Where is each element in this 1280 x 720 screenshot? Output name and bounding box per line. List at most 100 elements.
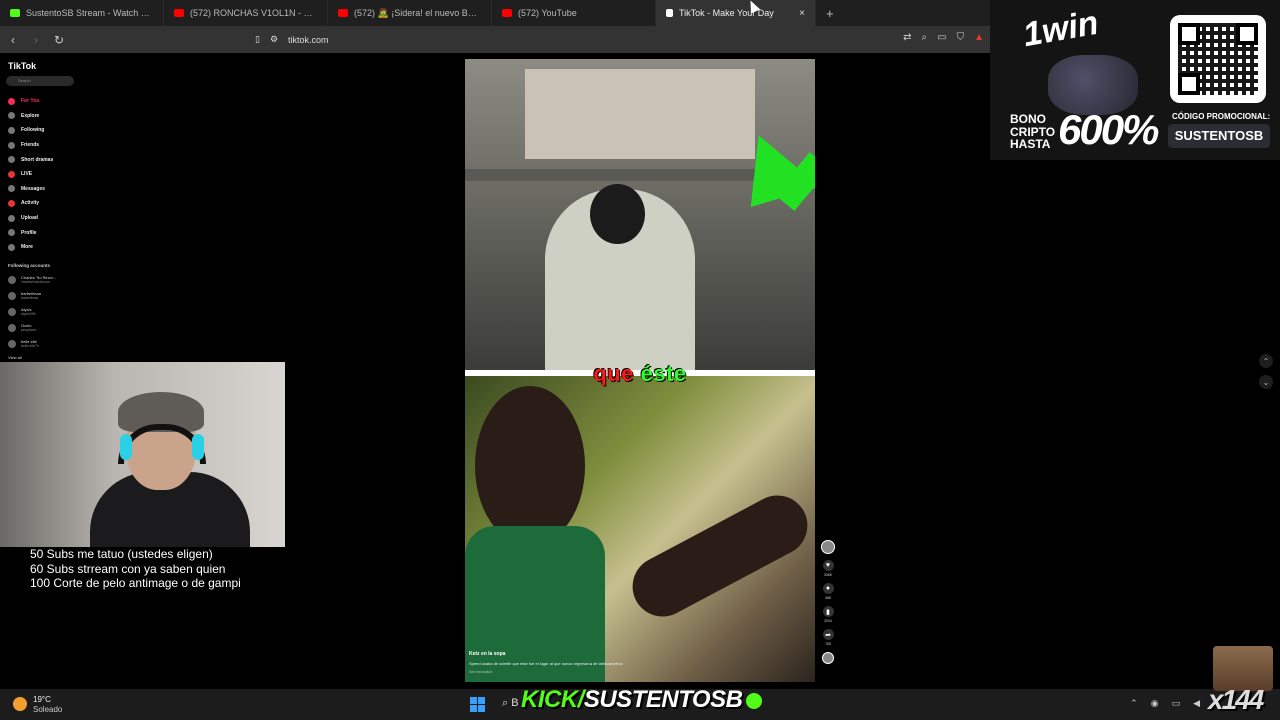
bookmark-icon[interactable]: ▮ bbox=[822, 606, 834, 617]
search-input[interactable]: Search bbox=[6, 76, 74, 86]
sun-icon[interactable] bbox=[13, 697, 27, 711]
bookmark-icon[interactable]: ▯ bbox=[255, 34, 260, 45]
tab-tiktok[interactable]: TikTok - Make Your Day × bbox=[656, 0, 816, 26]
tab-title: (572) 🧟 ¡Sidera! el nuevo BELLA LU bbox=[354, 7, 481, 18]
address-bar[interactable]: ▯ ⚙ tiktok.com bbox=[255, 29, 955, 50]
creator-avatar[interactable] bbox=[821, 540, 835, 554]
volume-icon[interactable]: ◀ bbox=[1193, 698, 1200, 709]
following-account[interactable]: Ocelo peoplocel... bbox=[8, 323, 39, 332]
goal-line: 100 Corte de pelo antimage o de gampi bbox=[30, 576, 241, 591]
upload-icon bbox=[8, 214, 15, 222]
office-wall bbox=[525, 69, 755, 159]
tab-kick[interactable]: SustentoSB Stream - Watch Live on K bbox=[0, 0, 164, 26]
video-meta: Ketz en la sopa Speed acaba de admitir q… bbox=[469, 651, 769, 674]
shield-icon[interactable]: ⛉ bbox=[957, 32, 965, 43]
share-icon[interactable]: ➦ bbox=[822, 629, 834, 640]
sidebar-item-short-dramas[interactable]: Short dramas bbox=[8, 152, 53, 167]
sidebar-item-for-you[interactable]: For You bbox=[8, 94, 53, 109]
person-face bbox=[475, 386, 585, 546]
bonus-percent: 600% bbox=[1058, 106, 1159, 153]
sidebar-item-more[interactable]: More bbox=[8, 240, 53, 255]
extension-icon[interactable]: ▲ bbox=[974, 32, 984, 43]
avatar bbox=[8, 275, 16, 284]
headphone-ear-icon bbox=[120, 434, 132, 460]
sidebar-item-explore[interactable]: Explore bbox=[8, 109, 53, 124]
following-heading: Following accounts bbox=[8, 263, 51, 268]
tab-youtube-2[interactable]: (572) 🧟 ¡Sidera! el nuevo BELLA LU bbox=[328, 0, 492, 26]
compass-icon bbox=[8, 112, 15, 120]
weather-condition[interactable]: Soleado bbox=[33, 705, 62, 714]
back-icon[interactable]: ‹ bbox=[3, 33, 23, 47]
following-account[interactable]: Charles "Ilo Rincn... charlesiloloreincon bbox=[8, 275, 56, 284]
search-icon: ⌕ bbox=[502, 697, 509, 709]
following-account[interactable]: Alyxis alyxis999 bbox=[8, 307, 36, 316]
sidebar-item-messages[interactable]: Messages bbox=[8, 182, 53, 197]
url-text: tiktok.com bbox=[288, 34, 329, 45]
qr-corner bbox=[1178, 23, 1200, 45]
sidebar-item-profile[interactable]: Profile bbox=[8, 225, 53, 240]
site-info-icon[interactable]: ⚙ bbox=[270, 34, 278, 45]
tab-youtube-3[interactable]: (572) YouTube bbox=[492, 0, 656, 26]
emote-multiplier: x144 bbox=[1208, 684, 1264, 715]
chevron-up-icon[interactable]: ⌃ bbox=[1130, 698, 1138, 709]
verified-check-icon bbox=[746, 692, 763, 709]
following-account[interactable]: belle elle belle.elle74 bbox=[8, 339, 39, 348]
avatar bbox=[8, 339, 16, 348]
friends-icon bbox=[8, 141, 15, 149]
tiktok-logo[interactable]: TikTok bbox=[8, 61, 36, 71]
avatar bbox=[8, 307, 16, 316]
next-video-icon[interactable]: ⌄ bbox=[1259, 375, 1273, 389]
outstretched-arm bbox=[622, 484, 815, 628]
live-icon bbox=[8, 170, 15, 178]
headphone-ear-icon bbox=[192, 434, 204, 460]
kick-icon bbox=[10, 9, 20, 17]
microphone-icon[interactable]: ◉ bbox=[1151, 698, 1159, 709]
system-tray: ⌃ ◉ ▭ ◀ bbox=[1130, 698, 1200, 709]
film-icon bbox=[8, 156, 15, 164]
sound-disc-icon[interactable] bbox=[822, 652, 834, 664]
video-player[interactable]: que éste Ketz en la sopa Speed acaba de … bbox=[465, 59, 815, 682]
heart-icon[interactable]: ♥ bbox=[822, 560, 834, 571]
close-tab-icon[interactable]: × bbox=[799, 8, 805, 19]
sidebar-item-activity[interactable]: Activity bbox=[8, 196, 53, 211]
activity-icon bbox=[8, 199, 15, 207]
video-actions: ♥ 308K ● 468 ▮ 3204 ➦ 765 bbox=[820, 540, 836, 664]
taskbar-search[interactable]: ⌕ B bbox=[502, 697, 519, 710]
tiktok-icon bbox=[666, 9, 673, 17]
youtube-icon bbox=[174, 9, 184, 17]
person-head bbox=[590, 184, 645, 244]
youtube-icon bbox=[502, 9, 512, 17]
sidebar-item-following[interactable]: Following bbox=[8, 123, 53, 138]
weather-temp[interactable]: 19°C bbox=[33, 695, 51, 704]
goal-line: 50 Subs me tatuo (ustedes eligen) bbox=[30, 547, 213, 561]
profile-icon bbox=[8, 229, 15, 237]
qr-corner bbox=[1178, 73, 1200, 95]
tab-title: TikTok - Make Your Day bbox=[679, 8, 774, 18]
zoom-icon[interactable]: ⌕ bbox=[922, 32, 928, 43]
browser-tab-bar: SustentoSB Stream - Watch Live on K (572… bbox=[0, 0, 990, 26]
kick-channel-banner: KICK/SUSTENTOSB bbox=[521, 686, 763, 714]
share-count: 765 bbox=[825, 642, 831, 646]
network-icon[interactable]: ▭ bbox=[1172, 698, 1181, 709]
sidebar-item-friends[interactable]: Friends bbox=[8, 138, 53, 153]
reload-icon[interactable]: ↻ bbox=[49, 33, 69, 47]
view-all-link[interactable]: View all bbox=[8, 355, 22, 360]
new-tab-button[interactable]: + bbox=[816, 0, 844, 26]
tiktok-sidebar: TikTok Search For You Explore Following … bbox=[0, 56, 80, 362]
windows-start-icon[interactable] bbox=[470, 697, 485, 712]
previous-video-icon[interactable]: ⌃ bbox=[1259, 354, 1273, 368]
video-author[interactable]: Ketz en la sopa bbox=[469, 651, 769, 657]
cast-icon[interactable]: ▭ bbox=[937, 32, 946, 43]
goal-line: 60 Subs strream con ya saben quien bbox=[30, 561, 226, 576]
forward-icon[interactable]: › bbox=[26, 33, 46, 47]
following-account[interactable]: barbellmaa barbellmaa bbox=[8, 291, 41, 300]
sidebar-item-upload[interactable]: Upload bbox=[8, 211, 53, 226]
avatar bbox=[8, 291, 16, 300]
see-translation-link[interactable]: See translation bbox=[469, 670, 769, 674]
translate-icon[interactable]: ⇄ bbox=[903, 32, 911, 43]
sidebar-item-live[interactable]: LIVE bbox=[8, 167, 53, 182]
sub-goals: 50 Subs me tatuo (ustedes eligen) 60 Sub… bbox=[30, 547, 241, 591]
comment-icon[interactable]: ● bbox=[822, 583, 834, 594]
tab-title: (572) RONCHAS V1OL1N - PIURANO bbox=[190, 8, 317, 18]
tab-youtube-1[interactable]: (572) RONCHAS V1OL1N - PIURANO bbox=[164, 0, 328, 26]
